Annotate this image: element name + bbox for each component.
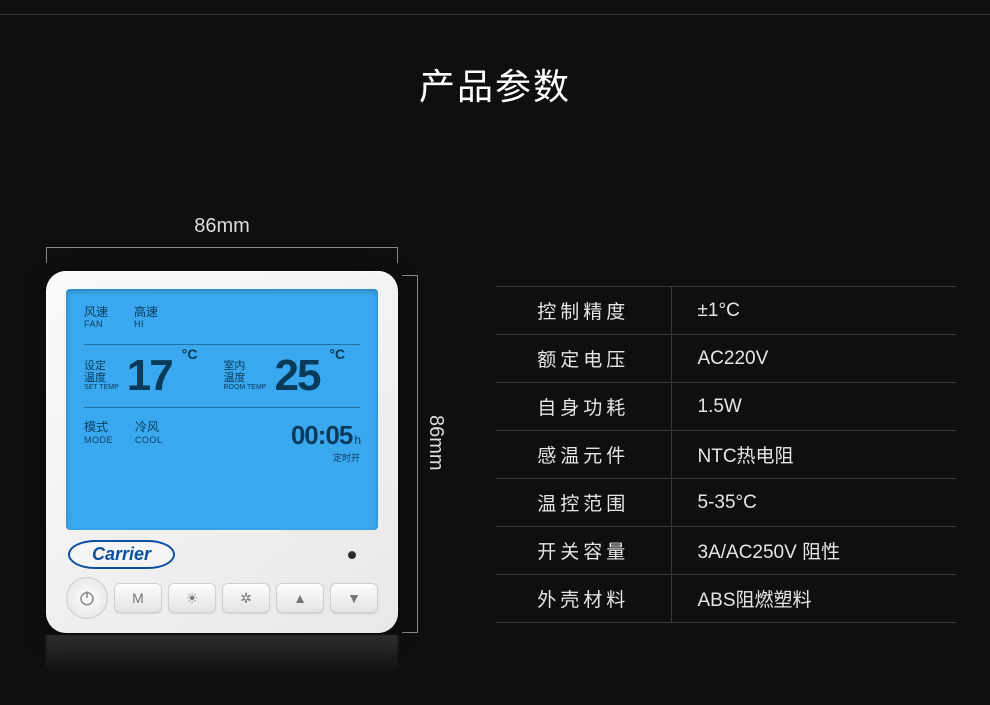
spec-label: 开关容量 <box>496 527 671 575</box>
up-button[interactable]: ▲ <box>276 583 324 613</box>
page-title: 产品参数 <box>0 58 990 110</box>
sun-button[interactable]: ☀ <box>168 583 216 613</box>
lcd-temp-row: 设定 温度 SET TEMP 17 °C 室内 温度 ROOM TEMP 25 … <box>84 351 360 401</box>
power-icon <box>78 589 96 607</box>
lcd-room-temp-unit: °C <box>329 346 345 362</box>
lcd-settemp-cn1: 设定 <box>84 360 119 372</box>
dimension-height-bracket <box>402 275 418 633</box>
reflection <box>46 635 398 675</box>
lcd-screen: 风速 FAN 高速 HI 设定 温度 SET TEMP 17 °C <box>66 289 378 530</box>
top-divider <box>0 14 990 15</box>
spec-label: 自身功耗 <box>496 383 671 431</box>
brand-logo: Carrier <box>68 540 175 569</box>
spec-table: 控制精度±1°C额定电压AC220V自身功耗1.5W感温元件NTC热电阻温控范围… <box>496 286 956 623</box>
spec-label: 外壳材料 <box>496 575 671 623</box>
lcd-settemp-en: SET TEMP <box>84 384 119 392</box>
table-row: 开关容量3A/AC250V 阻性 <box>496 527 956 575</box>
indicator-led <box>348 551 356 559</box>
lcd-timer-sub: 定时开 <box>291 451 360 464</box>
lcd-room-temp-value: 25 <box>274 351 319 401</box>
spec-value: AC220V <box>671 335 956 383</box>
spec-label: 温控范围 <box>496 479 671 527</box>
spec-value: 1.5W <box>671 383 956 431</box>
spec-value: ABS阻燃塑料 <box>671 575 956 623</box>
power-button[interactable] <box>66 577 108 619</box>
lcd-fanlevel-cn: 高速 <box>134 305 158 319</box>
lcd-set-temp-value: 17 <box>127 351 172 401</box>
table-row: 温控范围5-35°C <box>496 479 956 527</box>
lcd-fanlevel-en: HI <box>134 319 144 330</box>
spec-label: 控制精度 <box>496 287 671 335</box>
lcd-modeval-en: COOL <box>135 435 163 446</box>
fan-button[interactable]: ✲ <box>222 583 270 613</box>
lcd-divider <box>84 407 360 408</box>
lcd-roomtemp-cn2: 温度 <box>223 372 266 384</box>
lcd-timer-value: 00:05 <box>291 420 353 450</box>
table-row: 外壳材料ABS阻燃塑料 <box>496 575 956 623</box>
table-row: 额定电压AC220V <box>496 335 956 383</box>
spec-label: 额定电压 <box>496 335 671 383</box>
button-row: M ☀ ✲ ▲ ▼ <box>66 577 378 619</box>
dimension-width-label: 86mm <box>46 215 398 238</box>
lcd-fan-cn: 风速 <box>84 305 108 319</box>
lcd-settemp-cn2: 温度 <box>84 372 119 384</box>
lcd-mode-en: MODE <box>84 435 113 446</box>
lcd-modeval-cn: 冷风 <box>135 420 163 434</box>
lcd-divider <box>84 344 360 345</box>
spec-value: ±1°C <box>671 287 956 335</box>
lcd-fan-row: 风速 FAN 高速 HI <box>84 305 360 330</box>
spec-value: 5-35°C <box>671 479 956 527</box>
lcd-timer-unit: h <box>354 433 360 447</box>
spec-label: 感温元件 <box>496 431 671 479</box>
lcd-set-temp-unit: °C <box>182 346 198 362</box>
down-button[interactable]: ▼ <box>330 583 378 613</box>
lcd-roomtemp-en: ROOM TEMP <box>223 384 266 392</box>
lcd-mode-row: 模式 MODE 冷风 COOL 00:05h 定时开 <box>84 420 360 464</box>
table-row: 控制精度±1°C <box>496 287 956 335</box>
mode-button[interactable]: M <box>114 583 162 613</box>
lcd-fan-en: FAN <box>84 319 103 330</box>
dimension-width-bracket <box>46 247 398 263</box>
table-row: 自身功耗1.5W <box>496 383 956 431</box>
spec-value: 3A/AC250V 阻性 <box>671 527 956 575</box>
thermostat-device: 风速 FAN 高速 HI 设定 温度 SET TEMP 17 °C <box>46 271 398 633</box>
lcd-roomtemp-cn1: 室内 <box>223 360 266 372</box>
dimension-height-label: 86mm <box>424 415 447 471</box>
lcd-mode-cn: 模式 <box>84 420 113 434</box>
spec-value: NTC热电阻 <box>671 431 956 479</box>
table-row: 感温元件NTC热电阻 <box>496 431 956 479</box>
lcd-timer: 00:05h <box>291 420 360 451</box>
